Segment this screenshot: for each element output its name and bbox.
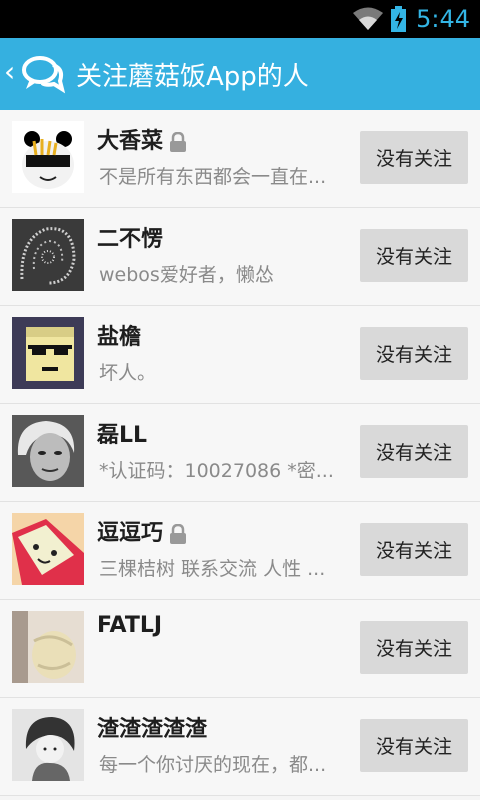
avatar [12, 219, 84, 291]
user-name: 逗逗巧 [97, 515, 187, 547]
list-item[interactable]: 磊LL *认证码：10027086 *密... 没有关注 [0, 404, 480, 502]
user-description: 三棵桔树 联系交流 人性 ... [99, 558, 326, 580]
lock-icon [170, 132, 187, 152]
user-description: 每一个你讨厌的现在，都... [99, 754, 327, 776]
user-description: 坏人。 [99, 362, 157, 384]
page-title: 关注蘑菇饭App的人 [76, 62, 309, 92]
user-name: 盐檐 [97, 325, 142, 350]
action-bar: ‹ 关注蘑菇饭App的人 [0, 38, 480, 110]
list-item[interactable]: 盐檐 坏人。 没有关注 [0, 306, 480, 404]
battery-charging-icon [391, 6, 406, 32]
user-name: FATLJ [97, 613, 163, 638]
user-name: 磊LL [97, 423, 148, 448]
user-description: 不是所有东西都会一直在... [99, 166, 327, 188]
avatar [12, 513, 84, 585]
user-name: 大香菜 [97, 123, 187, 155]
chat-bubbles-logo-icon[interactable] [20, 53, 66, 95]
lock-icon [170, 524, 187, 544]
list-item[interactable]: 渣渣渣渣渣 每一个你讨厌的现在，都... 没有关注 [0, 698, 480, 796]
follow-button[interactable]: 没有关注 [360, 131, 468, 184]
avatar [12, 415, 84, 487]
avatar [12, 709, 84, 781]
avatar [12, 121, 84, 193]
list-item[interactable]: 大香菜 不是所有东西都会一直在... 没有关注 [0, 110, 480, 208]
follow-button[interactable]: 没有关注 [360, 229, 468, 282]
wifi-icon [353, 7, 383, 30]
clock: 5:44 [416, 5, 470, 33]
back-chevron-icon[interactable]: ‹ [4, 58, 15, 86]
user-description: webos爱好者，懒怂 [99, 264, 274, 286]
follow-button[interactable]: 没有关注 [360, 719, 468, 772]
list-item[interactable]: FATLJ 没有关注 [0, 600, 480, 698]
follow-button[interactable]: 没有关注 [360, 425, 468, 478]
follow-button[interactable]: 没有关注 [360, 621, 468, 674]
user-description: *认证码：10027086 *密... [99, 460, 334, 482]
status-bar: 5:44 [0, 0, 480, 38]
user-name: 渣渣渣渣渣 [97, 717, 208, 742]
user-name: 二不愣 [97, 227, 164, 252]
list-item[interactable]: 二不愣 webos爱好者，懒怂 没有关注 [0, 208, 480, 306]
follow-button[interactable]: 没有关注 [360, 523, 468, 576]
follow-button[interactable]: 没有关注 [360, 327, 468, 380]
user-list: 大香菜 不是所有东西都会一直在... 没有关注 二不愣 webos爱好者，懒怂 … [0, 110, 480, 796]
list-item[interactable]: 逗逗巧 三棵桔树 联系交流 人性 ... 没有关注 [0, 502, 480, 600]
avatar [12, 611, 84, 683]
avatar [12, 317, 84, 389]
